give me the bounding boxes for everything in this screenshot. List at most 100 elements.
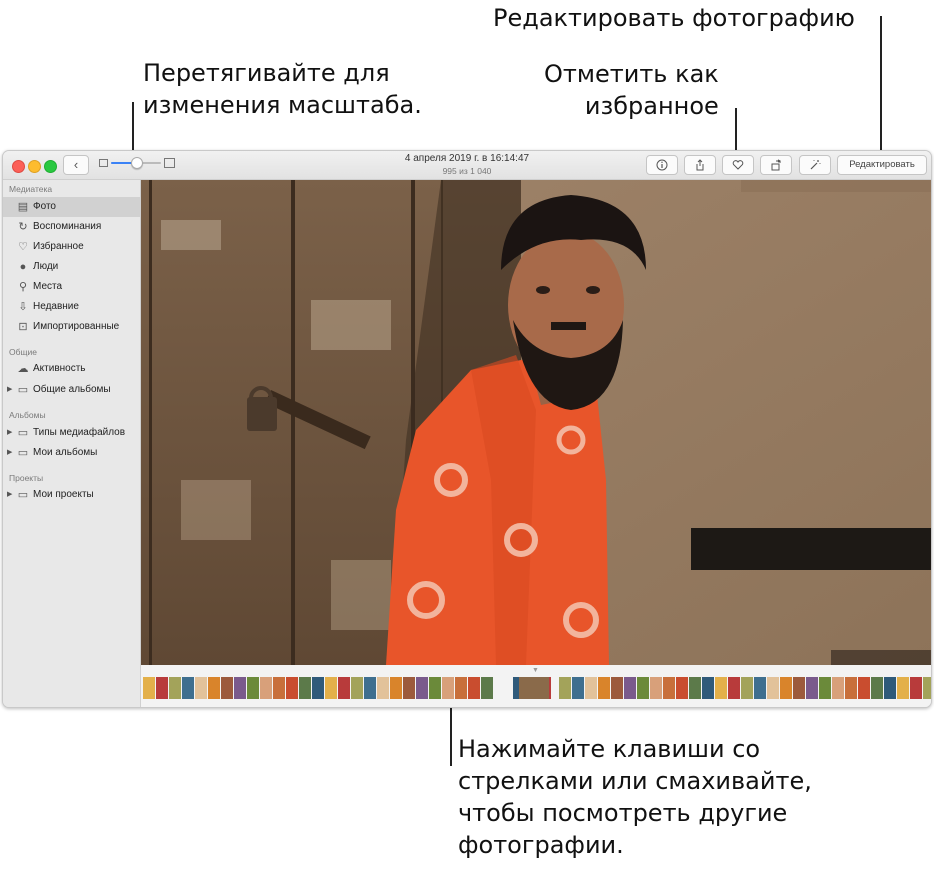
disclosure-triangle-icon[interactable]: ▶ <box>7 443 12 463</box>
filmstrip-thumbnail[interactable] <box>871 677 883 699</box>
sidebar-item-recent[interactable]: ⇩ Недавние <box>3 297 140 317</box>
share-button[interactable] <box>684 155 716 175</box>
filmstrip-thumbnail[interactable] <box>195 677 207 699</box>
filmstrip-thumbnail[interactable] <box>247 677 259 699</box>
sidebar-item-label: Места <box>33 281 63 292</box>
callout-browse-line-1: Нажимайте клавиши со <box>458 735 761 763</box>
filmstrip-thumbnail[interactable] <box>702 677 714 699</box>
filmstrip-thumbnail[interactable] <box>715 677 727 699</box>
sidebar-item-label: Мои проекты <box>33 489 94 500</box>
sidebar-item-label: Общие альбомы <box>33 384 111 395</box>
filmstrip-thumbnail[interactable] <box>208 677 220 699</box>
disclosure-triangle-icon[interactable]: ▶ <box>7 423 12 443</box>
filmstrip-thumbnail[interactable] <box>468 677 480 699</box>
filmstrip-thumbnail[interactable] <box>923 677 931 699</box>
filmstrip-thumbnail[interactable] <box>273 677 285 699</box>
filmstrip-thumbnail[interactable] <box>741 677 753 699</box>
filmstrip-thumbnail[interactable] <box>689 677 701 699</box>
filmstrip-thumbnail[interactable] <box>221 677 233 699</box>
filmstrip-thumbnail[interactable] <box>754 677 766 699</box>
favorite-button[interactable] <box>722 155 754 175</box>
filmstrip-thumbnail[interactable] <box>377 677 389 699</box>
filmstrip-thumbnail[interactable] <box>390 677 402 699</box>
sidebar-item-shared-albums[interactable]: ▶ ▭ Общие альбомы <box>3 380 140 400</box>
sidebar-section-library: Медиатека <box>9 184 53 194</box>
filmstrip-thumbnail[interactable] <box>845 677 857 699</box>
callout-browse-line-2: стрелками или смахивайте, <box>458 767 812 795</box>
filmstrip-thumbnail[interactable] <box>572 677 584 699</box>
filmstrip-thumbnail[interactable] <box>338 677 350 699</box>
filmstrip-thumbnail[interactable] <box>182 677 194 699</box>
disclosure-triangle-icon[interactable]: ▶ <box>7 380 12 400</box>
filmstrip-thumbnail[interactable] <box>806 677 818 699</box>
sidebar-item-label: Воспоминания <box>33 221 102 232</box>
filmstrip-thumbnail[interactable] <box>364 677 376 699</box>
filmstrip-thumbnail[interactable] <box>455 677 467 699</box>
filmstrip-thumbnail[interactable] <box>637 677 649 699</box>
filmstrip[interactable]: ▼ <box>141 665 931 707</box>
filmstrip-thumbnail[interactable] <box>910 677 922 699</box>
filmstrip-thumbnail[interactable] <box>312 677 324 699</box>
filmstrip-thumbnail[interactable] <box>819 677 831 699</box>
filmstrip-thumbnail[interactable] <box>650 677 662 699</box>
filmstrip-current-thumbnail[interactable] <box>519 677 549 699</box>
filmstrip-thumbnail[interactable] <box>429 677 441 699</box>
share-icon <box>696 159 704 171</box>
sidebar-section-albums: Альбомы <box>9 410 46 420</box>
filmstrip-thumbnail[interactable] <box>299 677 311 699</box>
filmstrip-thumbnail[interactable] <box>858 677 870 699</box>
sidebar-item-activity[interactable]: ☁ Активность <box>3 359 140 379</box>
edit-button[interactable]: Редактировать <box>837 155 927 175</box>
sidebar-item-imports[interactable]: ⊡ Импортированные <box>3 317 140 337</box>
filmstrip-thumbnail[interactable] <box>403 677 415 699</box>
sidebar-item-label: Люди <box>33 261 59 272</box>
rotate-button[interactable] <box>760 155 792 175</box>
filmstrip-thumbnail[interactable] <box>676 677 688 699</box>
filmstrip-thumbnail[interactable] <box>585 677 597 699</box>
sidebar-item-places[interactable]: ⚲ Места <box>3 277 140 297</box>
filmstrip-thumbnail[interactable] <box>442 677 454 699</box>
filmstrip-thumbnail[interactable] <box>143 677 155 699</box>
sidebar-item-my-albums[interactable]: ▶ ▭ Мои альбомы <box>3 443 140 463</box>
filmstrip-thumbnail[interactable] <box>793 677 805 699</box>
filmstrip-thumbnail[interactable] <box>598 677 610 699</box>
enhance-button[interactable] <box>799 155 831 175</box>
filmstrip-thumbnail[interactable] <box>897 677 909 699</box>
filmstrip-thumbnail[interactable] <box>416 677 428 699</box>
filmstrip-indicator-icon: ▼ <box>532 667 539 674</box>
filmstrip-thumbnail[interactable] <box>884 677 896 699</box>
filmstrip-thumbnail[interactable] <box>728 677 740 699</box>
sidebar-item-photos[interactable]: ▤ Фото <box>3 197 140 217</box>
filmstrip-thumbnail[interactable] <box>780 677 792 699</box>
filmstrip-thumbnail[interactable] <box>286 677 298 699</box>
person-icon: ● <box>19 261 27 273</box>
sidebar-item-memories[interactable]: ↻ Воспоминания <box>3 217 140 237</box>
filmstrip-thumbnail[interactable] <box>559 677 571 699</box>
filmstrip-thumbnail[interactable] <box>234 677 246 699</box>
rotate-icon <box>771 159 781 171</box>
main-photo[interactable] <box>141 180 931 665</box>
filmstrip-thumbnail[interactable] <box>767 677 779 699</box>
callout-zoom-line-1: Перетягивайте для <box>143 59 390 87</box>
filmstrip-thumbnail[interactable] <box>260 677 272 699</box>
sidebar-item-people[interactable]: ● Люди <box>3 257 140 277</box>
filmstrip-thumbnail[interactable] <box>169 677 181 699</box>
filmstrip-thumbnail[interactable] <box>663 677 675 699</box>
callout-edit-leader <box>880 16 882 154</box>
sidebar: Медиатека ▤ Фото ↻ Воспоминания ♡ Избран… <box>3 180 141 707</box>
filmstrip-thumbnail[interactable] <box>156 677 168 699</box>
filmstrip-thumbnail[interactable] <box>832 677 844 699</box>
sidebar-section-shared: Общие <box>9 347 37 357</box>
info-button[interactable] <box>646 155 678 175</box>
sidebar-item-my-projects[interactable]: ▶ ▭ Мои проекты <box>3 485 140 505</box>
sidebar-section-projects: Проекты <box>9 473 44 483</box>
filmstrip-thumbnail[interactable] <box>624 677 636 699</box>
filmstrip-thumbnail[interactable] <box>351 677 363 699</box>
sidebar-item-media-types[interactable]: ▶ ▭ Типы медиафайлов <box>3 423 140 443</box>
filmstrip-thumbnail[interactable] <box>481 677 493 699</box>
sidebar-item-favorites[interactable]: ♡ Избранное <box>3 237 140 257</box>
filmstrip-thumbnail[interactable] <box>325 677 337 699</box>
filmstrip-thumbnail[interactable] <box>611 677 623 699</box>
disclosure-triangle-icon[interactable]: ▶ <box>7 485 12 505</box>
callout-browse-line-3: чтобы посмотреть другие <box>458 799 788 827</box>
